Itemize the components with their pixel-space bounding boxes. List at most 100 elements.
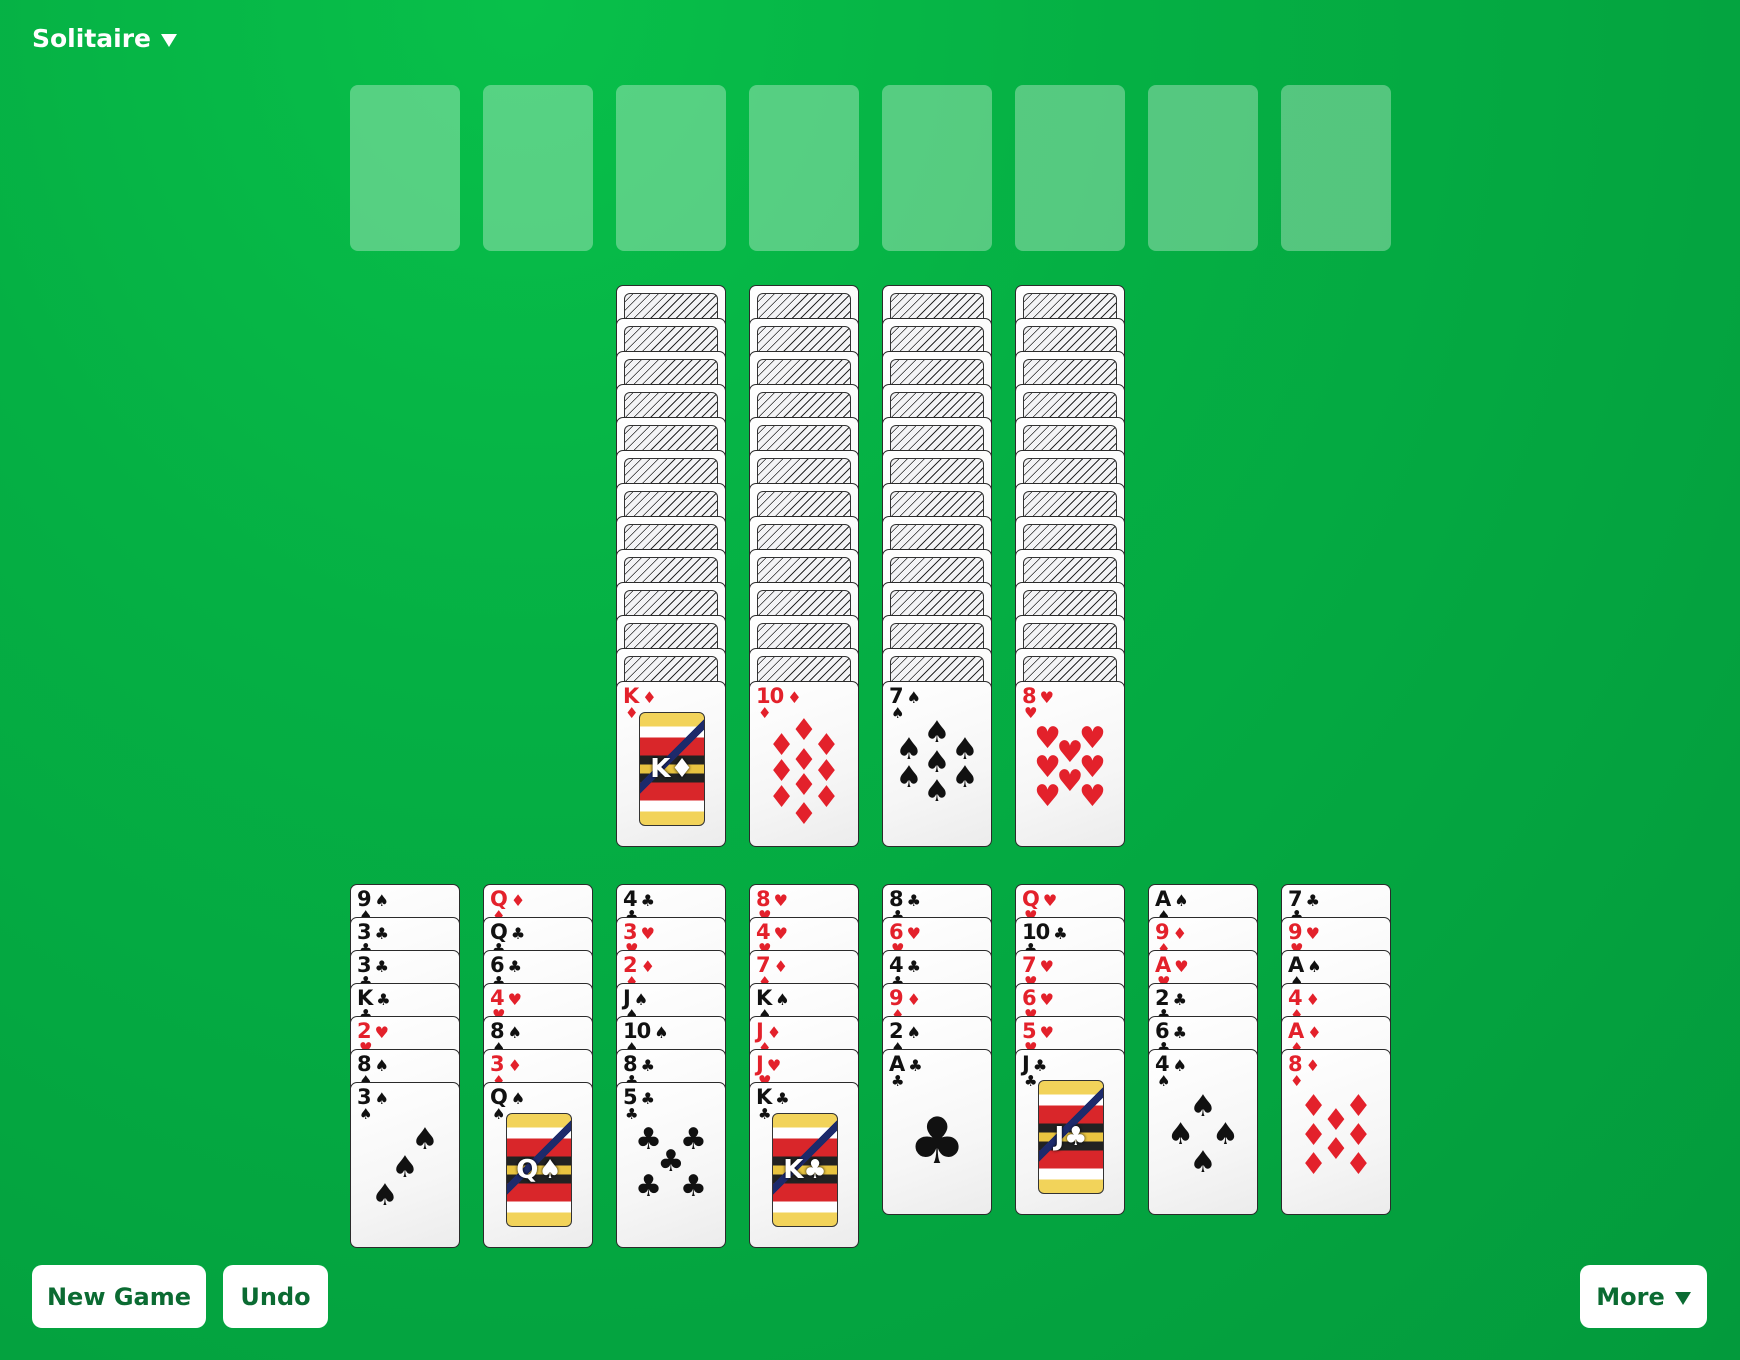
spades-pip-icon: ♠	[1189, 1144, 1217, 1180]
card-pips: ♥ ♥ ♥ ♥ ♥ ♥ ♥ ♥	[1030, 714, 1110, 826]
foundation-slot[interactable]	[1148, 85, 1258, 251]
clubs-suit-icon: ♣	[374, 924, 389, 943]
spades-suit-icon: ♠	[374, 1056, 389, 1075]
court-card-label: K♦	[650, 754, 694, 784]
clubs-suit-icon: ♣	[640, 1056, 655, 1075]
diamonds-suit-icon: ♦	[1305, 990, 1320, 1009]
hearts-suit-icon: ♥	[640, 924, 655, 943]
card-face-up[interactable]: A ♣ ♣ ♣	[882, 1049, 992, 1215]
spades-suit-icon: ♠	[1174, 891, 1188, 910]
card-face-up[interactable]: 4 ♠ ♠ ♠ ♠ ♠ ♠	[1148, 1049, 1258, 1215]
diamonds-suit-icon: ♦	[507, 1056, 522, 1075]
clubs-suit-icon: ♣	[758, 1105, 772, 1123]
court-card-label: K♣	[783, 1155, 827, 1185]
card-pips: ♠ ♠ ♠ ♠ ♠ ♠ ♠	[895, 714, 979, 826]
spades-suit-icon: ♠	[492, 1105, 506, 1123]
card-pips: ♣ ♣ ♣ ♣ ♣	[631, 1115, 711, 1227]
court-card-label: J♣	[1054, 1122, 1088, 1152]
card-face-up[interactable]: 8 ♥ ♥ ♥ ♥ ♥ ♥ ♥ ♥ ♥ ♥	[1015, 681, 1125, 847]
foundation-slot[interactable]	[882, 85, 992, 251]
foundation-slot[interactable]	[1015, 85, 1125, 251]
diamonds-suit-icon: ♦	[906, 990, 921, 1009]
clubs-suit-icon: ♣	[507, 957, 522, 976]
court-card-portrait: Q♠	[506, 1113, 572, 1227]
hearts-suit-icon: ♥	[773, 924, 788, 943]
clubs-suit-icon: ♣	[1024, 1072, 1038, 1090]
caret-down-icon	[1674, 1292, 1691, 1305]
foundation-slot[interactable]	[483, 85, 593, 251]
card-pips: ♠ ♠ ♠ ♠	[1163, 1082, 1243, 1194]
hearts-suit-icon: ♥	[374, 1023, 389, 1042]
card-face-up[interactable]: J ♣ ♣ J♣	[1015, 1049, 1125, 1215]
spades-pip-icon: ♠	[951, 759, 979, 795]
hearts-suit-icon: ♥	[1039, 957, 1054, 976]
undo-label: Undo	[240, 1282, 311, 1311]
card-face-up[interactable]: 8 ♦ ♦ ♦ ♦ ♦ ♦ ♦ ♦ ♦ ♦	[1281, 1049, 1391, 1215]
card-face-up[interactable]: 10 ♦ ♦ ♦ ♦ ♦ ♦ ♦ ♦ ♦ ♦ ♦ ♦	[749, 681, 859, 847]
clubs-pip-icon: ♣	[679, 1168, 707, 1204]
card-face-up[interactable]: K ♣ ♣ K♣	[749, 1082, 859, 1248]
clubs-pip-icon: ♣	[635, 1168, 663, 1204]
diamonds-suit-icon: ♦	[773, 957, 788, 976]
diamonds-suit-icon: ♦	[1307, 1023, 1321, 1042]
hearts-suit-icon: ♥	[773, 891, 788, 910]
card-face-up[interactable]: K ♦ ♦ K♦	[616, 681, 726, 847]
hearts-suit-icon: ♥	[1039, 990, 1054, 1009]
hearts-suit-icon: ♥	[1039, 1023, 1054, 1042]
diamonds-suit-icon: ♦	[1172, 924, 1187, 943]
spades-suit-icon: ♠	[775, 990, 789, 1009]
spades-suit-icon: ♠	[906, 688, 921, 707]
hearts-suit-icon: ♥	[1305, 924, 1320, 943]
clubs-suit-icon: ♣	[1305, 891, 1320, 910]
clubs-suit-icon: ♣	[1053, 924, 1067, 943]
court-card-label: Q♠	[516, 1155, 562, 1185]
court-card-portrait: K♦	[639, 712, 705, 826]
hearts-suit-icon: ♥	[906, 924, 921, 943]
diamonds-suit-icon: ♦	[640, 957, 655, 976]
hearts-suit-icon: ♥	[1174, 957, 1188, 976]
diamonds-pip-icon: ♦	[790, 796, 818, 832]
clubs-suit-icon: ♣	[908, 1056, 922, 1075]
card-face-up[interactable]: Q ♠ ♠ Q♠	[483, 1082, 593, 1248]
undo-button[interactable]: Undo	[223, 1265, 328, 1328]
card-face-up[interactable]: 3 ♠ ♠ ♠ ♠ ♠	[350, 1082, 460, 1248]
foundation-slot[interactable]	[749, 85, 859, 251]
diamonds-suit-icon: ♦	[625, 704, 639, 722]
clubs-suit-icon: ♣	[640, 1089, 655, 1108]
diamonds-suit-icon: ♦	[787, 688, 801, 707]
new-game-label: New Game	[46, 1282, 192, 1311]
clubs-suit-icon: ♣	[906, 891, 921, 910]
foundation-slot[interactable]	[616, 85, 726, 251]
diamonds-pip-icon: ♦	[1300, 1146, 1328, 1182]
diamonds-suit-icon: ♦	[642, 688, 656, 707]
clubs-suit-icon: ♣	[1172, 1023, 1187, 1042]
card-pips: ♠ ♠ ♠	[365, 1115, 445, 1227]
card-pips: ♣	[897, 1082, 977, 1194]
card-face-up[interactable]: 7 ♠ ♠ ♠ ♠ ♠ ♠ ♠ ♠ ♠	[882, 681, 992, 847]
spades-suit-icon: ♠	[906, 1023, 921, 1042]
spades-suit-icon: ♠	[1307, 957, 1321, 976]
more-label: More	[1596, 1282, 1665, 1311]
clubs-suit-icon: ♣	[775, 1089, 789, 1108]
spades-suit-icon: ♠	[374, 1089, 389, 1108]
spades-pip-icon: ♠	[923, 774, 951, 810]
new-game-button[interactable]: New Game	[32, 1265, 206, 1328]
foundation-slot[interactable]	[350, 85, 460, 251]
diamonds-pip-icon: ♦	[1344, 1146, 1372, 1182]
more-button[interactable]: More	[1580, 1265, 1707, 1328]
spades-suit-icon: ♠	[507, 1023, 522, 1042]
spades-pip-icon: ♠	[895, 759, 923, 795]
card-pips: ♦ ♦ ♦ ♦ ♦ ♦ ♦ ♦ ♦ ♦	[764, 714, 844, 829]
foundation-slot[interactable]	[1281, 85, 1391, 251]
card-face-up[interactable]: 5 ♣ ♣ ♣ ♣ ♣ ♣ ♣	[616, 1082, 726, 1248]
clubs-suit-icon: ♣	[376, 990, 390, 1009]
court-card-portrait: J♣	[1038, 1080, 1104, 1194]
hearts-pip-icon: ♥	[1078, 778, 1106, 814]
clubs-suit-icon: ♣	[906, 957, 921, 976]
hearts-suit-icon: ♥	[1039, 688, 1054, 707]
caret-down-icon	[161, 34, 177, 47]
spades-suit-icon: ♠	[1172, 1056, 1187, 1075]
clubs-suit-icon: ♣	[640, 891, 655, 910]
clubs-suit-icon: ♣	[1172, 990, 1187, 1009]
game-menu-button[interactable]: Solitaire	[32, 24, 177, 53]
